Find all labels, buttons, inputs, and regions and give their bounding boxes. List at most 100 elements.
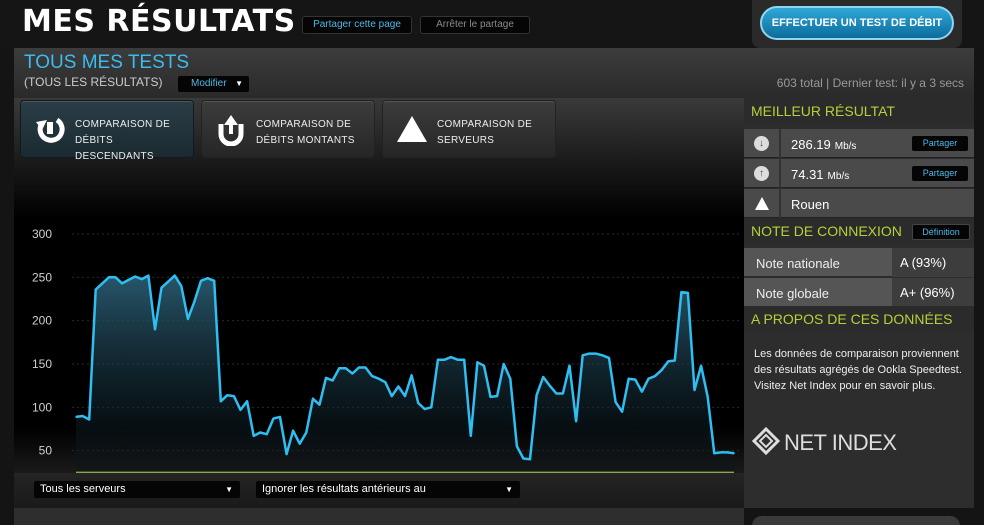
data-point [391,395,393,397]
data-point [206,277,209,279]
best-download-unit: Mb/s [834,141,857,152]
best-upload-value: 74.31 [791,167,824,182]
data-point [154,328,156,331]
series-area-vous [76,275,734,494]
upload-icon: ↑ [754,166,769,181]
data-point [417,402,420,404]
data-point [384,381,387,383]
y-tick-label: 100 [32,400,52,414]
data-point [568,364,571,367]
data-point [108,276,110,279]
net-index-logo-text: NET INDEX [784,430,897,455]
chart-area: COMPARAISON DE DÉBITS DESCENDANTS COMPARA… [14,98,744,508]
net-index-logo[interactable]: NET INDEX [752,427,952,457]
data-point [404,395,406,397]
data-point [305,431,308,434]
data-point [542,376,544,378]
data-point [674,359,676,362]
data-point [377,377,380,380]
share-upload-button[interactable]: Partager [912,166,968,181]
data-point [706,396,709,398]
data-point [555,392,558,395]
data-point [700,364,702,367]
definition-button[interactable]: Définition [912,224,970,240]
compare-servers-button[interactable]: COMPARAISON DE SERVEURS [382,100,556,158]
server-filter-select[interactable]: Tous les serveurs ▼ [34,481,240,498]
data-point [364,366,367,369]
best-result-heading: MEILLEUR RÉSULTAT [744,98,974,125]
data-point [634,378,637,381]
modify-dropdown[interactable]: Modifier ▼ [178,76,249,92]
data-point [667,360,669,363]
data-point [423,408,426,410]
compare-download-line2: DÉBITS DESCENDANTS [75,135,154,162]
data-point [397,385,400,388]
data-point [213,280,215,282]
data-point [187,318,189,320]
data-point [502,363,505,365]
data-point [134,275,136,278]
data-point [621,410,623,413]
data-point [233,395,235,397]
data-point [246,400,248,403]
data-point [608,357,610,359]
data-point [173,274,176,277]
data-point [720,451,722,454]
data-point [193,300,196,303]
best-upload-row: ↑ 74.31 Mb/s Partager [744,159,974,188]
data-point [509,377,512,380]
data-point [81,415,84,417]
date-filter-select[interactable]: Ignorer les résultats antérieurs au ▼ [256,481,520,498]
data-point [581,354,584,357]
server-filter-value: Tous les serveurs [40,483,126,495]
chevron-down-icon: ▼ [235,79,243,88]
data-point [575,420,577,422]
data-point [647,377,650,380]
bottom-button[interactable] [752,516,960,525]
data-point [88,418,90,421]
data-point [94,288,97,291]
national-grade-row: Note nationale A (93%) [744,248,974,277]
best-server-row: Rouen [744,189,974,218]
compare-upload-line2: DÉBITS MONTANTS [256,135,355,146]
data-point [660,369,663,371]
data-point [443,358,446,361]
compare-upload-line1: COMPARAISON DE [256,119,352,130]
panel-header: TOUS MES TESTS (TOUS LES RÉSULTATS) Modi… [14,48,974,98]
data-point [351,372,354,375]
share-page-button[interactable]: Partager cette page [302,16,412,34]
data-point [687,292,689,294]
data-point [614,401,617,403]
stop-sharing-button[interactable]: Arrêter le partage [420,16,530,34]
data-point [147,274,150,277]
data-point [489,396,492,398]
grade-title: NOTE DE CONNEXION [751,223,902,239]
best-download-row: ↓ 286.19 Mb/s Partager [744,129,974,158]
triangle-icon [397,116,427,142]
results-summary: 603 total | Dernier test: il y a 3 secs [776,76,964,90]
compare-download-button[interactable]: COMPARAISON DE DÉBITS DESCENDANTS [20,100,194,162]
panel-subtitle: (TOUS LES RÉSULTATS) [24,75,163,89]
data-point [200,280,202,282]
share-download-button[interactable]: Partager [912,136,968,151]
triangle-icon [755,197,769,210]
grade-heading: NOTE DE CONNEXION Définition [744,218,974,245]
national-grade-value: A (93%) [892,248,974,277]
data-point [358,366,360,369]
data-point [279,416,281,418]
data-point [456,358,459,361]
y-tick-label: 300 [32,227,52,241]
results-panel: TOUS MES TESTS (TOUS LES RÉSULTATS) Modi… [14,48,974,508]
run-speed-test-button[interactable]: EFFECTUER UN TEST DE DÉBIT [760,6,954,40]
compare-upload-button[interactable]: COMPARAISON DE DÉBITS MONTANTS [201,100,375,158]
data-point [239,409,242,411]
compare-servers-line1: COMPARAISON DE [437,119,533,130]
data-point [476,361,479,364]
data-point [693,389,696,391]
speed-chart: 050100150200250300 VousMoyenne globale [32,227,742,508]
top-bar: MES RÉSULTATS Partager cette page Arrête… [0,0,984,48]
data-point [470,435,472,437]
data-point [535,394,538,396]
panel-title: TOUS MES TESTS [24,52,190,73]
best-download-value: 286.19 [791,137,831,152]
